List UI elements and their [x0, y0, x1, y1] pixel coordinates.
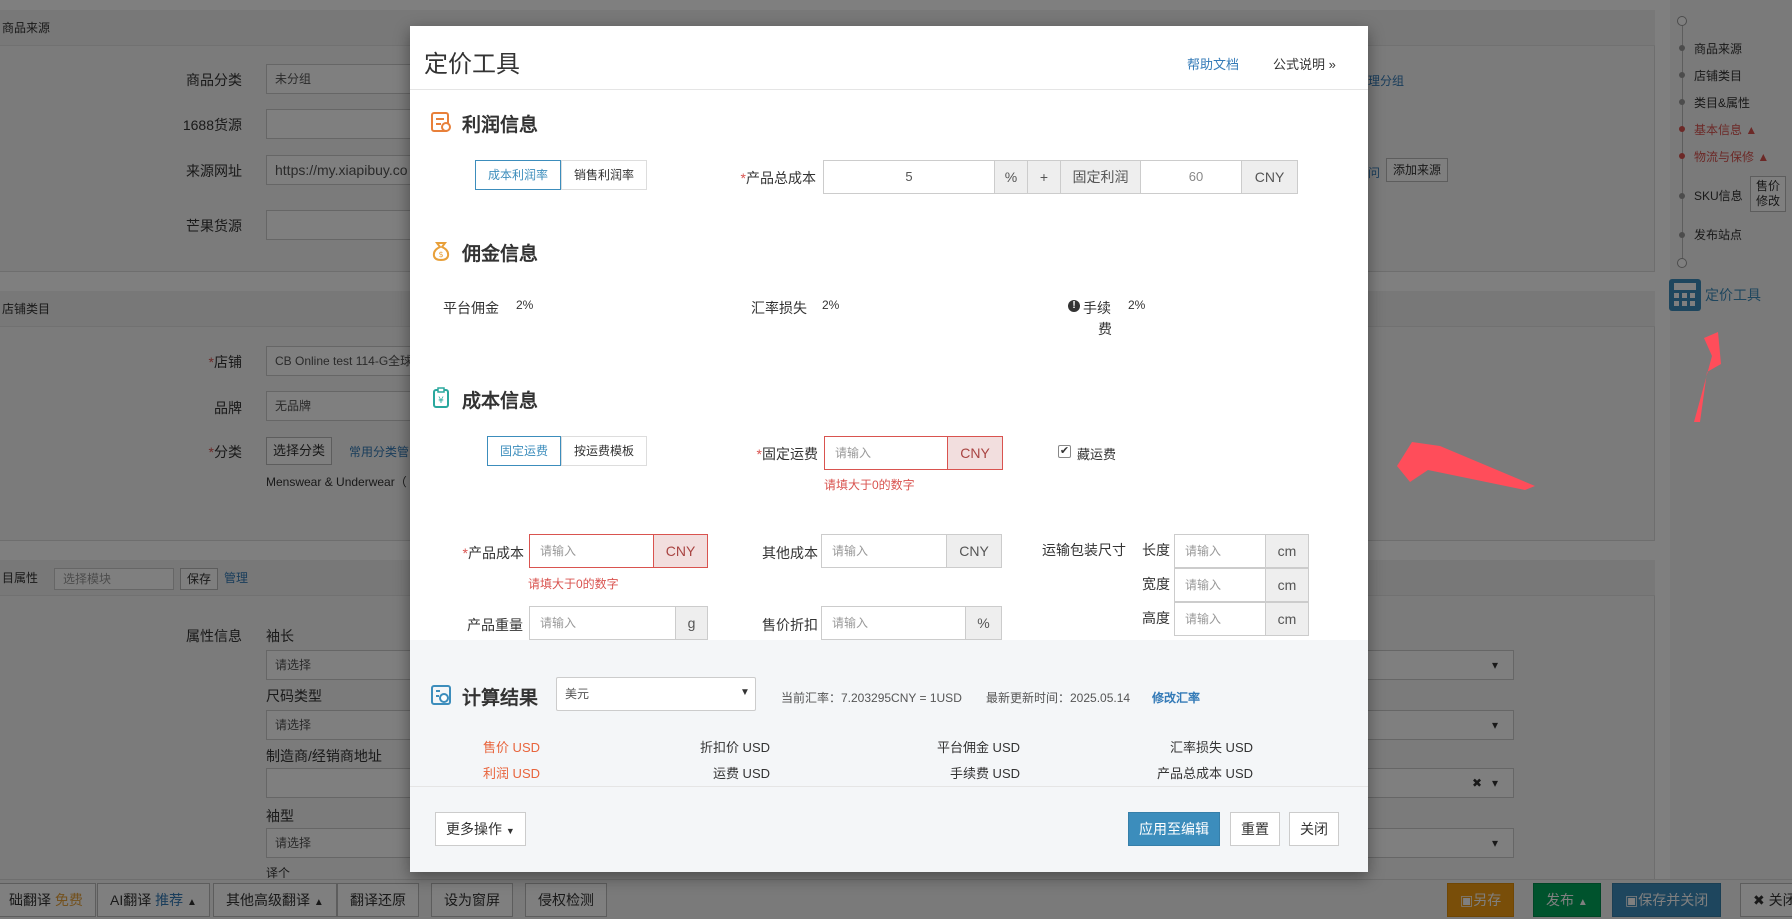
- other-cost-input[interactable]: 请输入: [821, 534, 947, 568]
- result-icon: [431, 685, 451, 705]
- discount-price-result: 折扣价 USD: [699, 740, 770, 755]
- fee-value: 2%: [1128, 298, 1146, 312]
- hide-shipping-label: 藏运费: [1077, 447, 1117, 462]
- fixed-shipping-error: 请填大于0的数字: [824, 478, 915, 492]
- total-cost-label: *产品总成本: [720, 168, 816, 188]
- modal-title: 定价工具: [424, 51, 520, 78]
- fixed-profit-addon: 固定利润: [1060, 160, 1141, 194]
- commission-icon: $: [432, 242, 450, 262]
- caret-down-icon: ▼: [505, 826, 515, 836]
- update-time-text: 最新更新时间：2025.05.14: [986, 691, 1131, 705]
- formula-link[interactable]: 公式说明 »: [1273, 54, 1336, 73]
- sales-profit-rate-tab[interactable]: 销售利润率: [561, 160, 648, 190]
- fee-label-line2: 费: [1098, 321, 1112, 337]
- length-label: 长度: [1142, 542, 1170, 558]
- current-rate-text: 当前汇率：7.203295CNY = 1USD: [781, 691, 962, 705]
- width-input[interactable]: 请输入: [1174, 568, 1266, 602]
- fixed-profit-input[interactable]: 60: [1140, 160, 1252, 194]
- fixed-shipping-label: *固定运费: [740, 444, 818, 464]
- currency-select-caret-icon: ▼: [740, 687, 750, 698]
- product-cost-currency: CNY: [653, 534, 708, 568]
- plus-addon: +: [1027, 160, 1061, 194]
- fee-label-line1: 手续: [1083, 300, 1111, 316]
- width-label: 宽度: [1142, 576, 1170, 592]
- height-input[interactable]: 请输入: [1174, 602, 1266, 636]
- discount-unit: %: [965, 606, 1002, 640]
- currency-select[interactable]: 美元: [556, 677, 756, 711]
- fx-loss-value: 2%: [822, 298, 840, 312]
- more-actions-label: 更多操作: [446, 821, 502, 837]
- fx-loss-result: 汇率损失 USD: [1169, 740, 1253, 755]
- platform-commission-result: 平台佣金 USD: [936, 740, 1020, 755]
- total-cost-input[interactable]: 5: [823, 160, 995, 194]
- percent-addon: %: [994, 160, 1028, 194]
- close-button[interactable]: 关闭: [1289, 812, 1339, 846]
- modal-header: 定价工具 帮助文档 公式说明 »: [410, 26, 1368, 90]
- product-cost-label: *产品成本: [452, 543, 524, 563]
- fixed-shipping-input[interactable]: 请输入: [824, 436, 948, 470]
- fixed-shipping-currency: CNY: [947, 436, 1003, 470]
- shipping-template-tab[interactable]: 按运费模板: [561, 436, 648, 466]
- arrow-up: [1694, 332, 1721, 422]
- fixed-shipping-label-text: 固定运费: [762, 446, 818, 462]
- product-cost-input[interactable]: 请输入: [529, 534, 654, 568]
- reset-button[interactable]: 重置: [1230, 812, 1280, 846]
- profit-currency-addon: CNY: [1241, 160, 1298, 194]
- fixed-shipping-tab[interactable]: 固定运费: [487, 436, 562, 466]
- fee-result: 手续费 USD: [949, 766, 1020, 781]
- total-cost-label-text: 产品总成本: [746, 170, 816, 186]
- cost-profit-rate-tab[interactable]: 成本利润率: [475, 160, 562, 190]
- edit-rate-link[interactable]: 修改汇率: [1152, 689, 1200, 706]
- info-icon: !: [1068, 300, 1080, 312]
- profit-title: 利润信息: [462, 115, 539, 136]
- help-doc-link[interactable]: 帮助文档: [1187, 54, 1239, 73]
- modal-footer: [410, 786, 1368, 872]
- arrow-left: [1397, 442, 1535, 490]
- total-cost-result: 产品总成本 USD: [1156, 766, 1253, 781]
- height-label: 高度: [1142, 610, 1170, 626]
- sale-price-result: 售价 USD: [482, 740, 540, 755]
- height-unit: cm: [1265, 602, 1309, 636]
- profit-icon: [431, 112, 451, 132]
- apply-to-edit-button[interactable]: 应用至编辑: [1128, 812, 1220, 846]
- result-title: 计算结果: [462, 688, 539, 709]
- width-unit: cm: [1265, 568, 1309, 602]
- profit-result: 利润 USD: [482, 766, 540, 781]
- platform-commission-label: 平台佣金: [443, 300, 499, 316]
- fx-loss-label: 汇率损失: [751, 300, 807, 316]
- discount-input[interactable]: 请输入: [821, 606, 966, 640]
- svg-text:¥: ¥: [438, 396, 444, 406]
- platform-commission-value: 2%: [516, 298, 534, 312]
- discount-label: 售价折扣: [762, 617, 818, 633]
- other-cost-label: 其他成本: [762, 545, 818, 561]
- more-actions-button[interactable]: 更多操作 ▼: [435, 812, 526, 846]
- product-weight-input[interactable]: 请输入: [529, 606, 676, 640]
- product-weight-unit: g: [675, 606, 708, 640]
- length-unit: cm: [1265, 534, 1309, 568]
- svg-text:$: $: [438, 250, 443, 259]
- pack-size-label: 运输包装尺寸: [1042, 542, 1126, 558]
- pricing-tool-modal: 定价工具 帮助文档 公式说明 » 利润信息 成本利润率 销售利润率 *产品总成本…: [410, 26, 1368, 872]
- cost-title: 成本信息: [462, 391, 539, 412]
- product-cost-error: 请填大于0的数字: [528, 577, 619, 591]
- other-cost-currency: CNY: [946, 534, 1002, 568]
- product-weight-label: 产品重量: [467, 617, 523, 633]
- cost-icon: ¥: [433, 387, 449, 408]
- hide-shipping-checkbox[interactable]: ✔: [1058, 445, 1071, 458]
- product-cost-label-text: 产品成本: [468, 545, 524, 561]
- shipping-result: 运费 USD: [712, 766, 770, 781]
- commission-title: 佣金信息: [462, 244, 539, 265]
- length-input[interactable]: 请输入: [1174, 534, 1266, 568]
